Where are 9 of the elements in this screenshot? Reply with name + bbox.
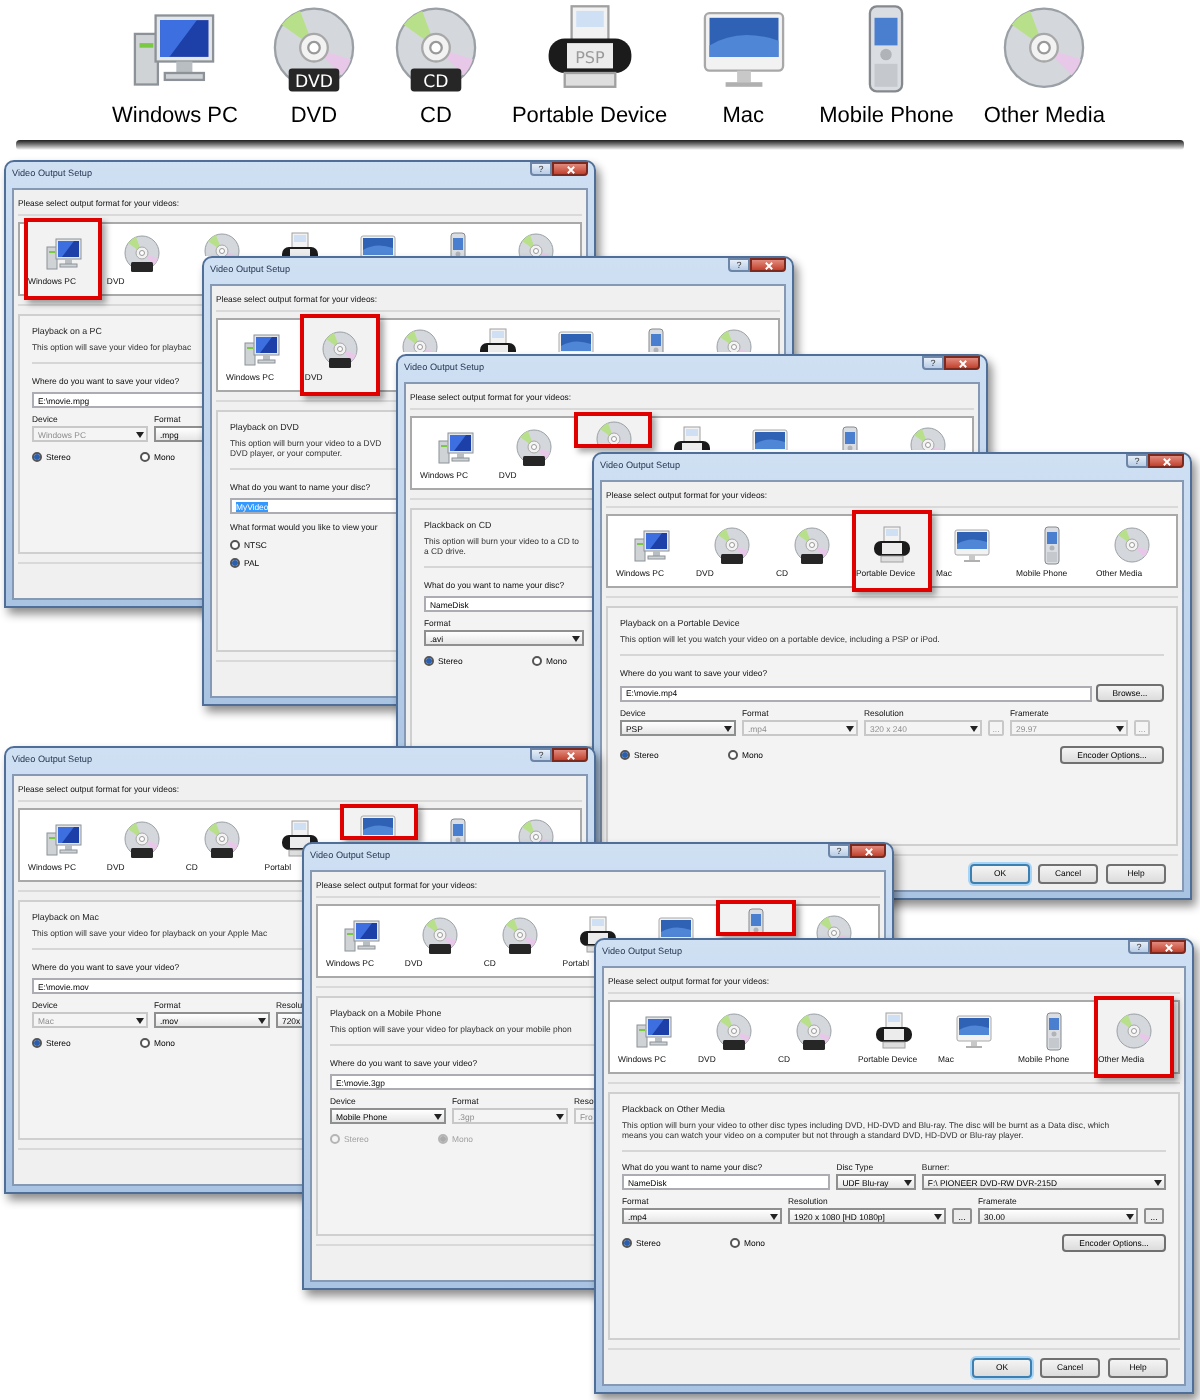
format-label: Windows PC (112, 102, 238, 130)
disc-label: DVD (294, 72, 333, 93)
format-label: Other Media (983, 102, 1105, 130)
disc-label: CD (423, 72, 449, 93)
format-label: Mobile Phone (819, 102, 954, 130)
format-label: DVD (290, 102, 338, 130)
format-label: Portable Device (511, 102, 668, 130)
format-label: Mac (722, 102, 765, 130)
format-label: CD (420, 102, 452, 130)
